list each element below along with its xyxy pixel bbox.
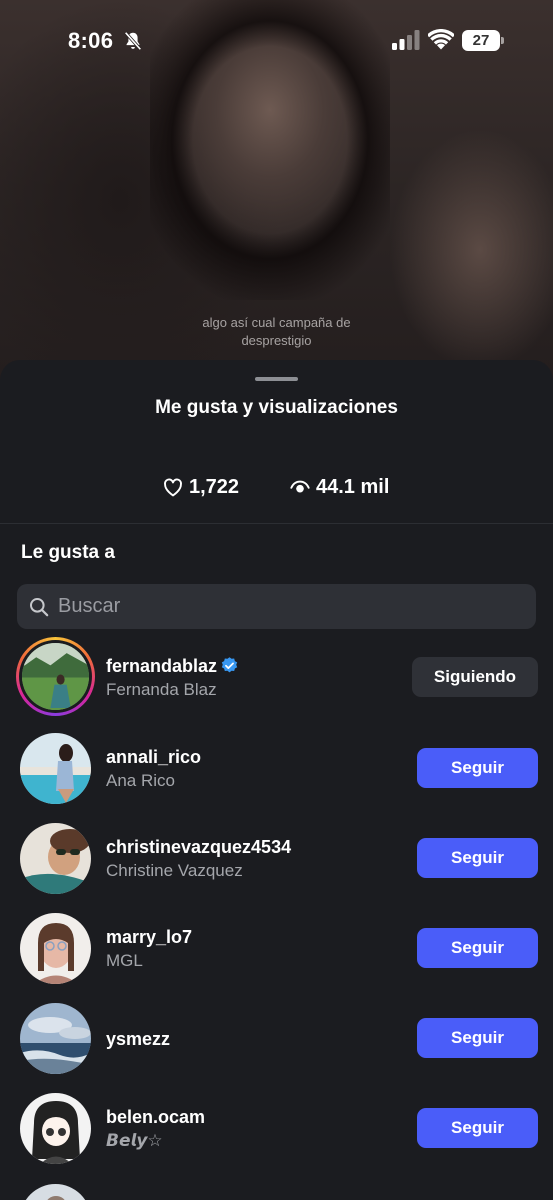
follow-button[interactable]: Seguir [417,1018,538,1058]
user-row[interactable]: fernandablaz Fernanda Blaz Siguiendo [0,637,553,717]
sheet-grabber[interactable] [255,377,298,381]
follow-button[interactable]: Seguir [417,928,538,968]
avatar[interactable] [20,913,91,984]
battery-level: 27 [462,30,500,51]
user-row[interactable]: christinevazquez4534 Christine Vazquez S… [0,819,553,899]
full-name: Christine Vazquez [106,861,243,880]
following-button[interactable]: Siguiendo [412,657,538,697]
full-name: Ana Rico [106,771,175,790]
avatar[interactable] [20,823,91,894]
follow-button[interactable]: Seguir [417,1108,538,1148]
follow-button[interactable]: Seguir [417,748,538,788]
status-time: 8:06 [68,28,114,53]
caption-line-2: desprestigio [241,333,312,348]
username[interactable]: ysmezz [106,1029,170,1050]
battery-indicator: 27 [462,30,504,51]
username[interactable]: belen.ocam [106,1107,205,1128]
user-row[interactable]: marry_lo7 MGL Seguir [0,909,553,989]
views-count: 44.1 mil [316,475,390,498]
cellular-signal-icon [392,30,420,50]
status-bar: 8:06 27 [0,0,553,80]
user-row[interactable]: belen.ocam 𝘽𝙚𝙡𝙮☆ Seguir [0,1089,553,1169]
user-row[interactable]: ysmezz Seguir [0,999,553,1079]
heart-icon [164,478,182,496]
liked-by-heading: Le gusta a [21,542,115,563]
story-ring[interactable] [16,637,95,716]
avatar[interactable] [20,1093,91,1164]
search-icon [30,597,49,616]
username[interactable]: fernandablaz [106,656,217,677]
avatar[interactable] [20,733,91,804]
bell-off-icon [124,31,142,51]
sheet-title: Me gusta y visualizaciones [155,397,398,418]
stats-row: 1,722 44.1 mil [0,474,553,500]
full-name: Fernanda Blaz [106,680,217,699]
username[interactable]: annali_rico [106,747,201,768]
search-input[interactable] [58,595,498,618]
eye-icon [290,480,310,493]
stats-divider [0,523,553,524]
follow-button[interactable]: Seguir [417,838,538,878]
avatar [22,643,89,710]
caption-line-1: algo así cual campaña de [202,315,351,330]
verified-badge-icon [221,657,238,673]
avatar[interactable] [20,1184,91,1200]
avatar[interactable] [20,1003,91,1074]
battery-cap [501,37,504,44]
video-caption: algo así cual campaña de desprestigio [0,314,553,350]
search-bar[interactable] [17,584,536,629]
username[interactable]: christinevazquez4534 [106,837,291,858]
wifi-icon [428,29,454,50]
likes-count: 1,722 [189,475,240,498]
likes-stat: 1,722 [163,474,239,500]
full-name: 𝘽𝙚𝙡𝙮☆ [106,1131,163,1150]
user-row[interactable]: annali_rico Ana Rico Seguir [0,729,553,809]
views-stat: 44.1 mil [290,474,389,500]
username[interactable]: marry_lo7 [106,927,192,948]
full-name: MGL [106,951,143,970]
